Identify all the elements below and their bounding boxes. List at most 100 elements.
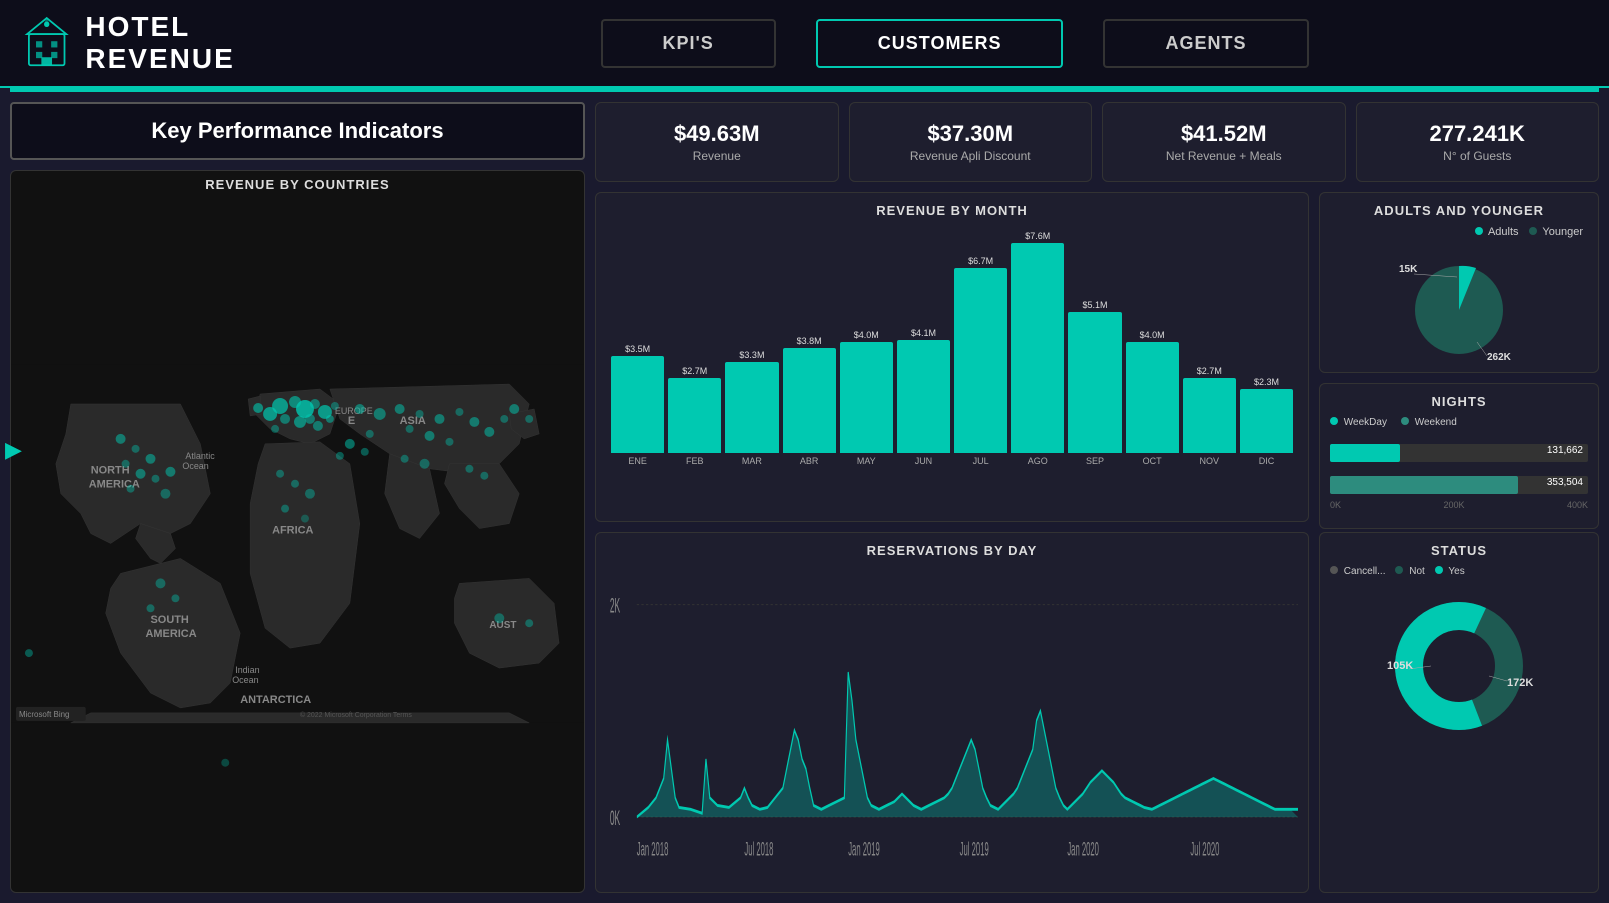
- bar-value-abr: $3.8M: [797, 336, 822, 346]
- bar-month-oct: OCT: [1143, 456, 1162, 466]
- bar-month-ene: ENE: [628, 456, 647, 466]
- kpi-card-net-revenue: $41.52M Net Revenue + Meals: [1102, 102, 1346, 182]
- weekend-bar-fill: [1330, 476, 1518, 494]
- svg-text:Jan 2020: Jan 2020: [1067, 840, 1099, 861]
- svg-text:ANTARCTICA: ANTARCTICA: [240, 694, 311, 706]
- bar-value-jul: $6.7M: [968, 256, 993, 266]
- status-legend: Cancell... Not Yes: [1330, 566, 1588, 577]
- bar-month-sep: SEP: [1086, 456, 1104, 466]
- nav-left-arrow[interactable]: ▶: [0, 432, 27, 468]
- svg-text:SOUTH: SOUTH: [151, 614, 189, 626]
- adults-younger-title: ADULTS AND YOUNGER: [1330, 203, 1588, 218]
- cancelled-dot: [1330, 566, 1338, 574]
- bar-month-jul: JUL: [973, 456, 989, 466]
- nights-axis: 0K 200K 400K: [1330, 500, 1588, 510]
- bar-col-nov: $2.7M NOV: [1183, 366, 1236, 466]
- not-legend: Not: [1395, 566, 1424, 577]
- kpi-cards-row: $49.63M Revenue $37.30M Revenue Apli Dis…: [595, 102, 1599, 182]
- bar-col-feb: $2.7M FEB: [668, 366, 721, 466]
- bar-month-ago: AGO: [1028, 456, 1048, 466]
- status-chart: STATUS Cancell... Not Yes: [1319, 532, 1599, 893]
- svg-text:© 2022 Microsoft Corporation: © 2022 Microsoft Corporation Terms: [300, 711, 412, 719]
- right-panel: $49.63M Revenue $37.30M Revenue Apli Dis…: [595, 102, 1599, 893]
- nights-bars: 131,662 353,504 0K 200K: [1330, 436, 1588, 518]
- svg-text:AMERICA: AMERICA: [146, 628, 197, 640]
- kpi-card-revenue: $49.63M Revenue: [595, 102, 839, 182]
- bar-rect-jul: [954, 268, 1007, 453]
- nav-tabs: KPI'S CUSTOMERS AGENTS: [320, 19, 1589, 68]
- map-title: REVENUE BY COUNTRIES: [11, 171, 584, 198]
- bar-value-jun: $4.1M: [911, 328, 936, 338]
- weekday-bar-fill: [1330, 444, 1400, 462]
- kpi-card-guests: 277.241K N° of Guests: [1356, 102, 1600, 182]
- bar-rect-ago: [1011, 243, 1064, 453]
- bar-rect-abr: [783, 348, 836, 453]
- revenue-label: Revenue: [693, 149, 741, 163]
- svg-text:Microsoft Bing: Microsoft Bing: [19, 710, 70, 719]
- not-dot: [1395, 566, 1403, 574]
- header: HOTEL REVENUE KPI'S CUSTOMERS AGENTS: [0, 0, 1609, 88]
- adults-pie-svg: 15K 262K: [1379, 242, 1539, 362]
- weekday-dot: [1330, 417, 1338, 425]
- bar-col-oct: $4.0M OCT: [1126, 330, 1179, 466]
- svg-text:Jul 2019: Jul 2019: [960, 840, 989, 861]
- weekday-bar-value: 131,662: [1547, 445, 1583, 456]
- guests-label: N° of Guests: [1443, 149, 1511, 163]
- tab-customers[interactable]: CUSTOMERS: [816, 19, 1064, 68]
- weekend-dot: [1401, 417, 1409, 425]
- map-container: REVENUE BY COUNTRIES: [10, 170, 585, 893]
- net-revenue-label: Net Revenue + Meals: [1166, 149, 1282, 163]
- weekend-bar-row: 353,504: [1330, 476, 1588, 494]
- reservations-chart: RESERVATIONS BY DAY 2K 0K: [595, 532, 1309, 893]
- bar-value-may: $4.0M: [854, 330, 879, 340]
- bar-col-abr: $3.8M ABR: [783, 336, 836, 466]
- reservations-title: RESERVATIONS BY DAY: [606, 543, 1298, 558]
- app-title: HOTEL REVENUE: [85, 11, 320, 75]
- bar-rect-sep: [1068, 312, 1121, 453]
- weekday-bar-bg: 131,662: [1330, 444, 1588, 462]
- svg-text:AFRICA: AFRICA: [272, 525, 313, 537]
- bar-chart-area: $3.5M ENE $2.7M FEB $3.3M MAR $3.8M ABR …: [606, 226, 1298, 466]
- svg-text:Indian: Indian: [235, 665, 259, 675]
- svg-text:EUROPE: EUROPE: [335, 406, 373, 416]
- younger-legend-dot: [1529, 227, 1537, 235]
- kpi-title-box: Key Performance Indicators: [10, 102, 585, 160]
- cancelled-legend: Cancell...: [1330, 566, 1385, 577]
- younger-legend-item: Younger: [1529, 226, 1583, 238]
- svg-text:2K: 2K: [610, 594, 620, 618]
- kpi-card-apli: $37.30M Revenue Apli Discount: [849, 102, 1093, 182]
- svg-text:Atlantic: Atlantic: [185, 451, 215, 461]
- svg-text:Jul 2018: Jul 2018: [744, 840, 773, 861]
- bar-col-ene: $3.5M ENE: [611, 344, 664, 466]
- revenue-by-month-chart: REVENUE BY MONTH $3.5M ENE $2.7M FEB $3.…: [595, 192, 1309, 522]
- bar-rect-mar: [725, 362, 778, 453]
- yes-legend: Yes: [1435, 566, 1465, 577]
- bottom-row: RESERVATIONS BY DAY 2K 0K: [595, 532, 1599, 893]
- bar-rect-nov: [1183, 378, 1236, 453]
- tab-kpis[interactable]: KPI'S: [601, 19, 776, 68]
- bar-col-mar: $3.3M MAR: [725, 350, 778, 466]
- apli-label: Revenue Apli Discount: [910, 149, 1031, 163]
- left-panel: Key Performance Indicators REVENUE BY CO…: [10, 102, 585, 893]
- svg-text:262K: 262K: [1487, 352, 1512, 362]
- svg-text:15K: 15K: [1399, 264, 1418, 275]
- pie-legend: Adults Younger: [1330, 226, 1588, 238]
- bar-value-feb: $2.7M: [682, 366, 707, 376]
- guests-value: 277.241K: [1430, 121, 1525, 147]
- svg-text:172K: 172K: [1507, 677, 1533, 689]
- svg-text:Jul 2020: Jul 2020: [1190, 840, 1219, 861]
- bar-col-jun: $4.1M JUN: [897, 328, 950, 466]
- svg-text:Ocean: Ocean: [182, 461, 208, 471]
- bar-col-dic: $2.3M DIC: [1240, 377, 1293, 466]
- bar-month-nov: NOV: [1200, 456, 1220, 466]
- yes-dot: [1435, 566, 1443, 574]
- revenue-value: $49.63M: [674, 121, 760, 147]
- weekend-bar-value: 353,504: [1547, 477, 1583, 488]
- svg-text:0K: 0K: [610, 806, 620, 830]
- tab-agents[interactable]: AGENTS: [1103, 19, 1308, 68]
- bar-col-may: $4.0M MAY: [840, 330, 893, 466]
- weekend-bar-bg: 353,504: [1330, 476, 1588, 494]
- weekend-legend: Weekend: [1401, 417, 1457, 428]
- svg-text:E: E: [348, 415, 355, 427]
- hotel-logo-icon: [20, 13, 73, 73]
